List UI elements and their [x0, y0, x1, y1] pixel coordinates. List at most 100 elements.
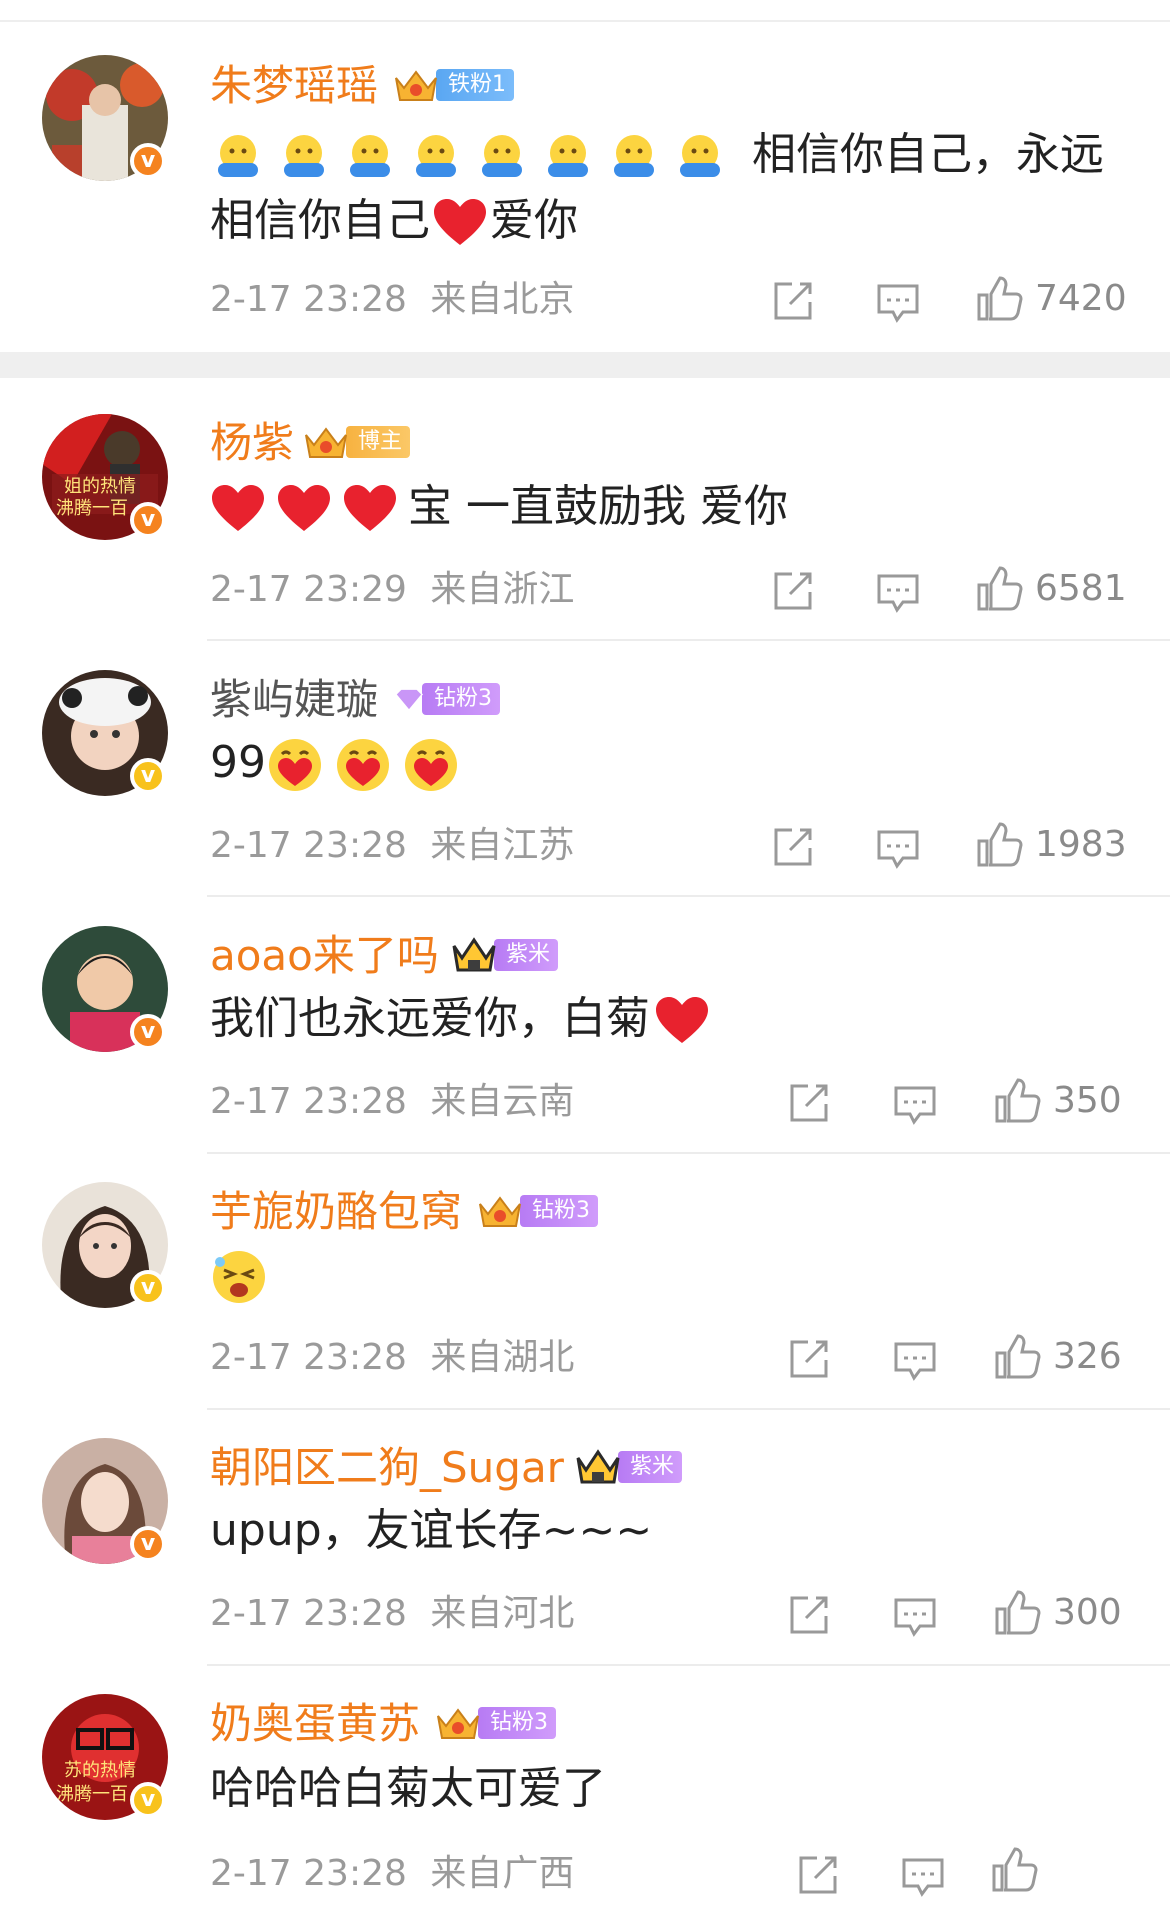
verified-badge-icon: v [130, 1270, 166, 1306]
thumbs-up-icon [992, 1847, 1038, 1892]
comment-text-body: 哈哈哈白菊太可爱了 [210, 1763, 606, 1814]
comment-text-body: 我们也永远爱你，白菊 [210, 993, 650, 1044]
comment-location: 来自江苏 [430, 825, 575, 866]
comment-text: 哈哈哈白菊太可爱了 [210, 1756, 1110, 1822]
share-icon[interactable] [786, 1080, 832, 1126]
comment-time: 2-17 23:28 [210, 1593, 407, 1634]
comment-location: 来自云南 [430, 1081, 575, 1122]
reply-icon[interactable] [892, 1338, 938, 1384]
section-divider [0, 352, 1170, 378]
crown-icon [576, 1449, 620, 1484]
red-heart-icon [278, 485, 330, 531]
verified-badge-icon: v [130, 1526, 166, 1562]
reply-icon[interactable] [900, 1854, 946, 1900]
crown-icon [452, 937, 496, 972]
fan-badge[interactable]: 钻粉3 [392, 682, 500, 716]
fan-badge[interactable]: 钻粉3 [474, 1194, 598, 1228]
comment-meta: 2-17 23:29 来自浙江 [210, 568, 574, 612]
thumbs-up-icon [977, 276, 1023, 321]
heart-emojis [210, 481, 408, 532]
fan-badge[interactable]: 钻粉3 [432, 1706, 556, 1740]
vip-badge[interactable]: 紫米 [572, 1449, 683, 1484]
like-button[interactable]: 326 [993, 1333, 1122, 1381]
diamond-icon [395, 688, 423, 712]
comment-divider [207, 1664, 1170, 1666]
username[interactable]: 朝阳区二狗_Sugar [210, 1442, 564, 1494]
svg-text:苏的热情: 苏的热情 [64, 1760, 136, 1781]
comment-time: 2-17 23:28 [210, 1853, 407, 1894]
crown-icon [479, 1196, 521, 1227]
red-heart-icon [212, 485, 264, 531]
comment-meta: 2-17 23:28 来自湖北 [210, 1336, 574, 1380]
like-button[interactable]: 6581 [975, 565, 1127, 613]
reply-icon[interactable] [892, 1082, 938, 1128]
username[interactable]: 杨紫 [210, 417, 294, 469]
comment-location: 来自河北 [430, 1593, 575, 1634]
verified-badge-icon: v [130, 758, 166, 794]
vip-badge-label: 紫米 [494, 939, 559, 971]
like-count: 300 [1053, 1592, 1122, 1633]
reply-icon[interactable] [875, 826, 921, 872]
vip-badge-label: 紫米 [618, 1451, 683, 1483]
fan-badge-label: 钻粉3 [422, 683, 500, 715]
comment-text: 我们也永远爱你，白菊 [210, 986, 1110, 1052]
thumbs-up-icon [995, 1590, 1041, 1635]
reply-icon[interactable] [875, 280, 921, 326]
comment-text: 宝 一直鼓励我 爱你 [210, 474, 1110, 540]
svg-text:沸腾一百: 沸腾一百 [56, 1784, 128, 1805]
vip-badge[interactable]: 紫米 [448, 937, 559, 972]
heart-hug-emojis [266, 737, 470, 791]
username[interactable]: 紫屿婕璇 [210, 674, 378, 726]
comment-text: 99 [210, 730, 1110, 796]
comment-meta: 2-17 23:28 来自江苏 [210, 824, 574, 868]
like-count: 1983 [1035, 824, 1127, 865]
share-icon[interactable] [786, 1592, 832, 1638]
blogger-badge-label: 博主 [346, 426, 411, 458]
share-icon[interactable] [786, 1336, 832, 1382]
comment-divider [207, 639, 1170, 641]
share-icon[interactable] [795, 1852, 841, 1898]
comment-location: 来自浙江 [430, 569, 575, 610]
comment-time: 2-17 23:28 [210, 1337, 407, 1378]
svg-text:姐的热情: 姐的热情 [64, 476, 136, 497]
reply-icon[interactable] [892, 1594, 938, 1640]
like-button[interactable]: 350 [993, 1077, 1122, 1125]
like-button[interactable]: 7420 [975, 275, 1127, 323]
comment-text-line2b: 爱你 [490, 195, 578, 246]
crown-icon [395, 70, 437, 101]
comment-divider [207, 1152, 1170, 1154]
hug-emoji [210, 129, 752, 180]
comment-location: 来自广西 [430, 1853, 575, 1894]
verified-badge-icon: v [130, 1782, 166, 1818]
like-button[interactable]: 300 [993, 1589, 1122, 1637]
share-icon[interactable] [770, 824, 816, 870]
like-count: 6581 [1035, 568, 1127, 609]
verified-badge-icon: v [130, 143, 166, 179]
reply-icon[interactable] [875, 570, 921, 616]
like-count: 7420 [1035, 278, 1127, 319]
share-icon[interactable] [770, 568, 816, 614]
crown-icon [437, 1708, 479, 1739]
comment-text-line2a: 相信你自己 [210, 195, 430, 246]
comment-meta: 2-17 23:28 来自广西 [210, 1852, 574, 1896]
comment-divider [207, 895, 1170, 897]
username[interactable]: 芋旎奶酪包窝 [210, 1186, 462, 1238]
blogger-badge[interactable]: 博主 [300, 425, 411, 459]
fan-badge[interactable]: 铁粉1 [390, 68, 514, 102]
comment-time: 2-17 23:28 [210, 279, 407, 320]
comment-text-body: upup，友谊长存~~~ [210, 1505, 653, 1556]
like-button[interactable]: 1983 [975, 821, 1127, 869]
username[interactable]: 奶奥蛋黄苏 [210, 1698, 420, 1750]
comment-text-line1: 相信你自己，永远 [752, 129, 1104, 180]
like-button[interactable] [990, 1846, 1050, 1894]
username[interactable]: aoao来了吗 [210, 930, 439, 982]
comment-text-body: 99 [210, 737, 266, 788]
username[interactable]: 朱梦瑶瑶 [210, 60, 378, 112]
fan-badge-label: 铁粉1 [436, 69, 514, 101]
comment-text: 相信你自己，永远 [210, 122, 1110, 188]
thumbs-up-icon [995, 1078, 1041, 1123]
comment-location: 来自北京 [430, 279, 575, 320]
comment-time: 2-17 23:29 [210, 569, 407, 610]
comment-location: 来自湖北 [430, 1337, 575, 1378]
share-icon[interactable] [770, 278, 816, 324]
